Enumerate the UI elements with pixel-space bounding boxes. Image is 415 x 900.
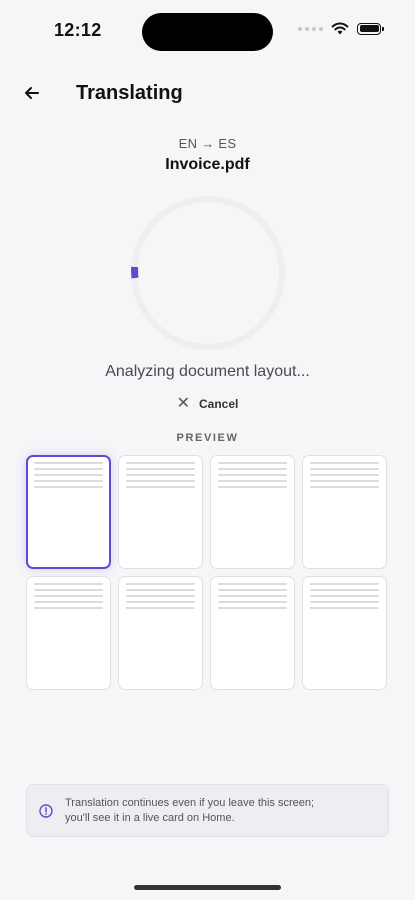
progress-spinner (131, 196, 285, 350)
home-indicator (134, 885, 281, 890)
close-icon: ✕ (176, 395, 191, 412)
document-header: EN → ES Invoice.pdf (0, 136, 415, 174)
status-bar: 12:12 (0, 0, 415, 60)
cancel-label: Cancel (199, 397, 239, 411)
page-title: Translating (76, 82, 183, 104)
spinner-track (131, 196, 285, 350)
language-pair: EN → ES (178, 136, 237, 151)
status-icons (298, 22, 384, 35)
page-thumbnail[interactable] (118, 455, 203, 569)
wifi-icon (331, 22, 349, 35)
page-thumbnail[interactable] (210, 455, 295, 569)
page-thumbnail[interactable] (26, 576, 111, 690)
info-icon (39, 803, 53, 818)
preview-grid (26, 455, 389, 690)
page-thumbnail[interactable] (302, 455, 387, 569)
page-thumbnail[interactable] (118, 576, 203, 690)
status-time: 12:12 (54, 20, 102, 40)
notice-text: Translation continues even if you leave … (65, 796, 314, 826)
dynamic-island (142, 13, 273, 51)
notice-line-1: Translation continues even if you leave … (65, 796, 315, 809)
cancel-button[interactable]: ✕ Cancel (0, 396, 415, 412)
battery-icon (357, 22, 384, 35)
info-notice: Translation continues even if you leave … (26, 784, 389, 837)
nav-bar: Translating (0, 78, 415, 110)
page-thumbnail[interactable] (302, 576, 387, 690)
page-thumbnail-selected[interactable] (26, 455, 111, 569)
back-button[interactable] (20, 81, 44, 105)
file-name: Invoice.pdf (165, 156, 250, 173)
notice-line-2: you'll see it in a live card on Home. (65, 811, 235, 824)
arrow-left-icon (25, 87, 39, 99)
preview-label: PREVIEW (176, 432, 239, 444)
progress-status-text: Analyzing document layout... (105, 363, 310, 380)
page-thumbnail[interactable] (210, 576, 295, 690)
cellular-signal-icon (298, 26, 323, 31)
